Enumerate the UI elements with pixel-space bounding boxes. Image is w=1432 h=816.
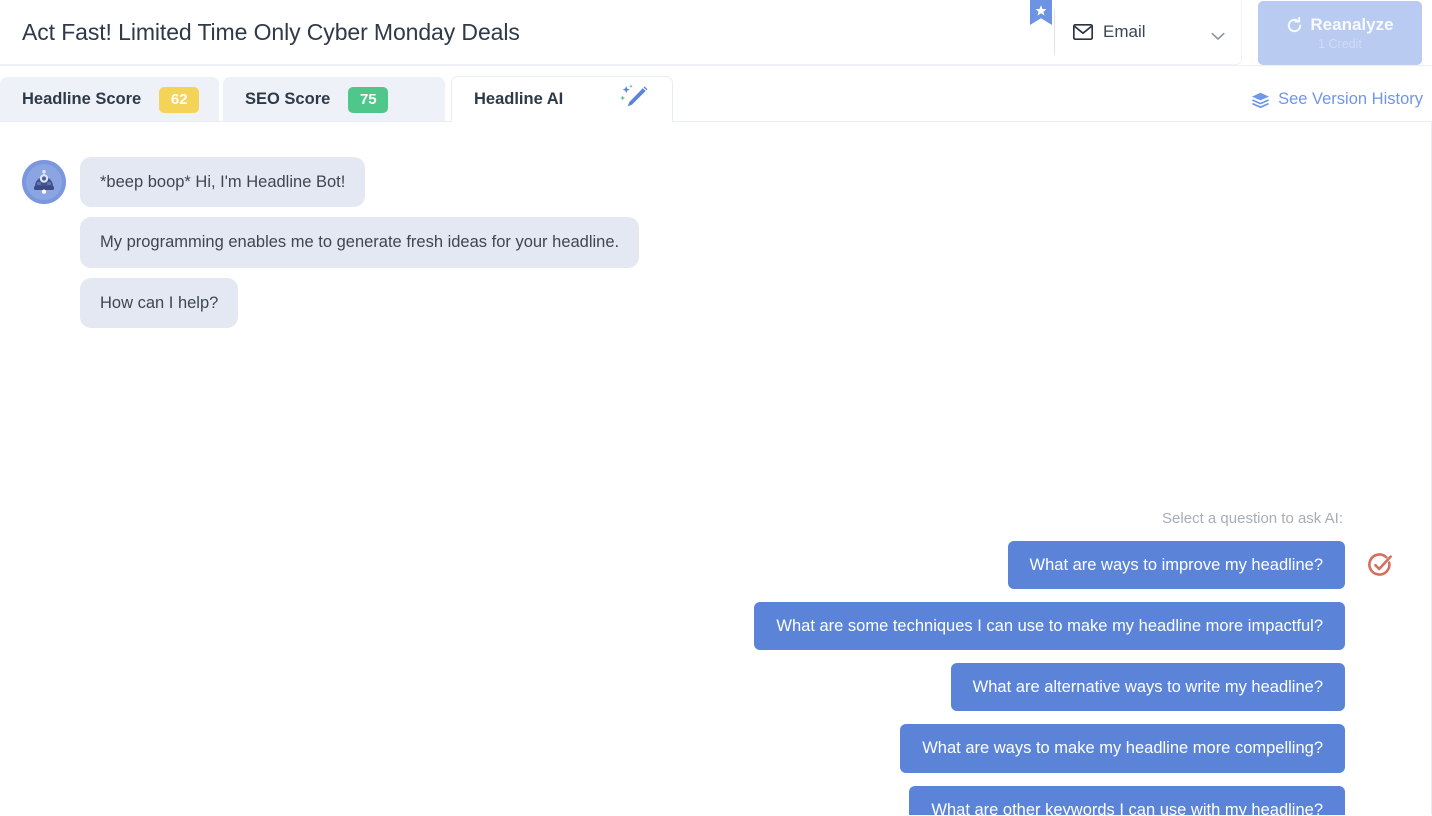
question-row: What are other keywords I can use with m…	[909, 785, 1345, 815]
headline-ai-chat-panel: *beep boop* Hi, I'm Headline Bot! My pro…	[0, 121, 1432, 815]
reanalyze-label: Reanalyze	[1310, 15, 1394, 34]
headline-header-box: Act Fast! Limited Time Only Cyber Monday…	[0, 0, 1242, 65]
email-type-select[interactable]: Email	[1055, 0, 1241, 65]
page-title: Act Fast! Limited Time Only Cyber Monday…	[22, 18, 520, 45]
question-row: What are ways to make my headline more c…	[900, 724, 1345, 773]
see-version-history-link[interactable]: See Version History	[1251, 90, 1423, 109]
bot-message: How can I help?	[80, 277, 239, 328]
question-button[interactable]: What are alternative ways to write my he…	[950, 663, 1345, 712]
question-row: What are ways to improve my headline?	[1007, 541, 1392, 590]
bot-message: My programming enables me to generate fr…	[80, 217, 640, 268]
question-suggestions: Select a question to ask AI: What are wa…	[754, 510, 1392, 815]
tab-headline-score-label: Headline Score	[22, 90, 142, 108]
magic-pencil-icon	[620, 84, 650, 115]
chevron-down-icon	[1211, 28, 1225, 40]
tab-bar: Headline Score 62 SEO Score 75 Headline …	[0, 66, 1432, 122]
reanalyze-button[interactable]: Reanalyze 1 Credit	[1258, 1, 1422, 65]
email-select-value: Email	[1103, 22, 1146, 41]
app-header: Act Fast! Limited Time Only Cyber Monday…	[0, 0, 1432, 66]
question-button[interactable]: What are other keywords I can use with m…	[909, 785, 1345, 815]
reanalyze-credit-label: 1 Credit	[1318, 37, 1362, 51]
bot-message: *beep boop* Hi, I'm Headline Bot!	[80, 157, 366, 208]
mail-icon	[1072, 23, 1094, 41]
headline-score-badge: 62	[159, 86, 200, 113]
check-circle-icon[interactable]	[1367, 552, 1393, 578]
refresh-icon	[1286, 16, 1303, 34]
tab-headline-score[interactable]: Headline Score 62	[0, 77, 219, 122]
select-question-hint: Select a question to ask AI:	[1162, 510, 1343, 527]
question-button[interactable]: What are ways to improve my headline?	[1007, 541, 1345, 590]
question-button[interactable]: What are some techniques I can use to ma…	[754, 602, 1345, 651]
question-row: What are some techniques I can use to ma…	[754, 602, 1345, 651]
question-row: What are alternative ways to write my he…	[950, 663, 1345, 712]
bookmark-star-icon[interactable]	[1030, 0, 1052, 26]
tab-headline-ai-label: Headline AI	[474, 90, 564, 108]
headline-bot-avatar	[22, 160, 66, 204]
tab-headline-ai[interactable]: Headline AI	[451, 76, 673, 122]
tab-seo-score[interactable]: SEO Score 75	[223, 77, 445, 122]
bot-message-group: *beep boop* Hi, I'm Headline Bot! My pro…	[22, 157, 640, 328]
layers-icon	[1251, 92, 1270, 108]
tab-seo-score-label: SEO Score	[245, 90, 331, 108]
see-version-history-label: See Version History	[1278, 90, 1423, 108]
question-button[interactable]: What are ways to make my headline more c…	[900, 724, 1345, 773]
seo-score-badge: 75	[348, 86, 389, 113]
